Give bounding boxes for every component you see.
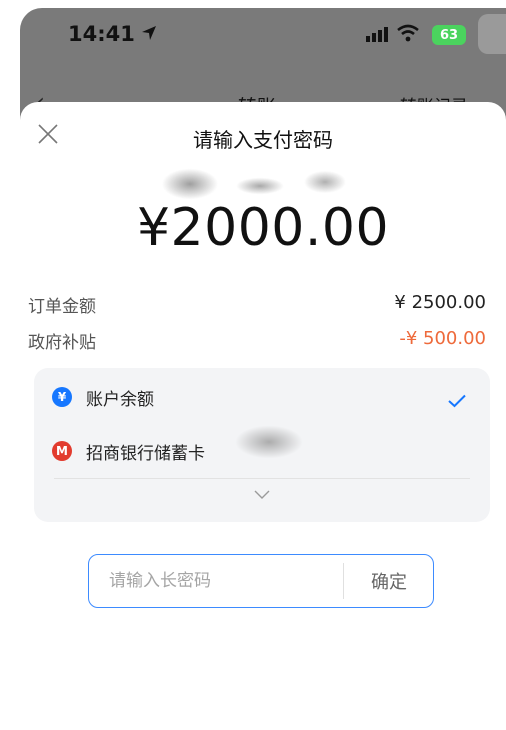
- payment-method-label: 账户余额: [86, 389, 154, 410]
- status-time: 14:41: [68, 22, 135, 46]
- chevron-down-icon[interactable]: [254, 490, 270, 500]
- confirm-button[interactable]: 确定: [345, 555, 433, 606]
- status-bar: 14:41 63: [20, 8, 506, 58]
- card-number-blurred: [224, 420, 314, 464]
- password-input[interactable]: [89, 555, 341, 606]
- side-button: [478, 14, 506, 54]
- checkmark-icon: [448, 394, 466, 408]
- battery-level: 63: [439, 27, 459, 43]
- payment-method-bank-card[interactable]: M 招商银行储蓄卡: [52, 436, 205, 466]
- payment-sheet: 请输入支付密码 ¥2000.00 订单金额 ¥ 2500.00 政府补贴 -¥ …: [20, 102, 506, 730]
- password-field-group: 确定: [88, 554, 434, 608]
- order-amount-value: ¥ 2500.00: [394, 292, 486, 313]
- yuan-circle-icon: ¥: [52, 387, 72, 407]
- payment-method-list: ¥ 账户余额 M 招商银行储蓄卡: [34, 368, 490, 522]
- payment-method-balance[interactable]: ¥ 账户余额: [52, 382, 154, 412]
- order-amount-label: 订单金额: [28, 297, 96, 317]
- divider: [343, 563, 344, 599]
- payment-amount: ¥2000.00: [136, 198, 390, 258]
- subsidy-label: 政府补贴: [28, 333, 96, 353]
- cellular-signal-icon: [366, 27, 388, 42]
- battery-indicator: 63: [432, 25, 466, 45]
- location-arrow-icon: [142, 26, 156, 40]
- payment-method-label: 招商银行储蓄卡: [86, 443, 205, 464]
- cmb-bank-icon: M: [52, 441, 72, 461]
- sheet-title: 请输入支付密码: [193, 128, 333, 152]
- wifi-icon: [397, 24, 419, 42]
- divider: [54, 478, 470, 479]
- subsidy-value: -¥ 500.00: [399, 328, 486, 349]
